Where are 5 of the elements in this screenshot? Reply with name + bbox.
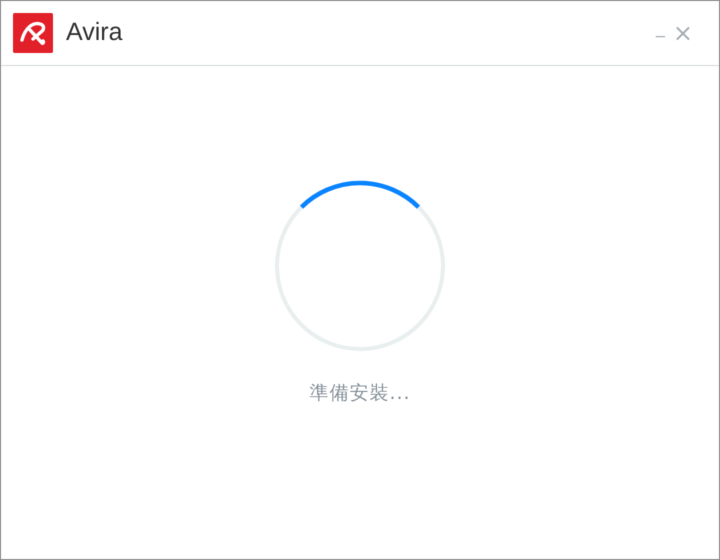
umbrella-logo-icon: [13, 13, 53, 53]
window-title: Avira: [66, 17, 123, 48]
status-text: 準備安裝...: [309, 381, 411, 406]
minimize-button[interactable]: _: [654, 19, 667, 47]
close-button[interactable]: ×: [670, 21, 695, 45]
